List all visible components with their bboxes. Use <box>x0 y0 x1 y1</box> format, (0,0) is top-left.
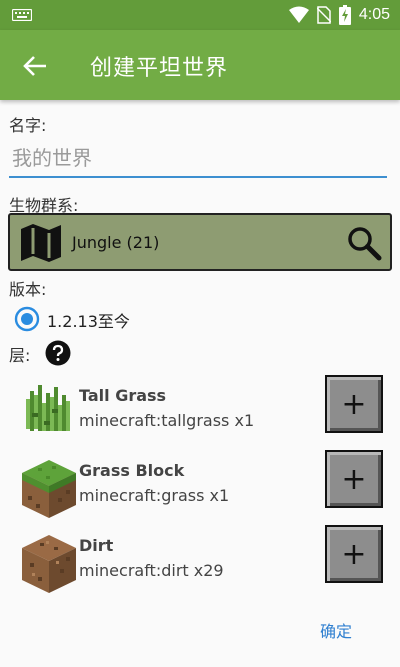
world-name-input[interactable] <box>9 140 387 178</box>
version-radio-button[interactable] <box>14 306 40 332</box>
layer-item: Grass Block minecraft:grass x1 + <box>0 450 400 528</box>
battery-charging-icon <box>338 5 351 25</box>
version-label: 版本: <box>9 280 47 299</box>
map-icon <box>21 224 61 262</box>
layer-id: minecraft:tallgrass x1 <box>79 411 255 430</box>
grass-block-icon <box>22 460 76 518</box>
dirt-block-icon <box>22 535 76 593</box>
layer-id: minecraft:grass x1 <box>79 486 230 505</box>
biome-selector[interactable]: Jungle (21) <box>8 213 392 271</box>
layer-item: Dirt minecraft:dirt x29 + <box>0 525 400 603</box>
layer-name: Dirt <box>79 536 114 555</box>
back-arrow-icon[interactable] <box>22 53 48 79</box>
layers-label: 层: <box>9 346 31 365</box>
confirm-button[interactable]: 确定 <box>320 618 352 642</box>
add-layer-button[interactable]: + <box>325 525 383 583</box>
search-icon[interactable] <box>346 225 382 261</box>
status-time: 4:05 <box>358 6 390 23</box>
layer-id: minecraft:dirt x29 <box>79 561 224 580</box>
add-layer-button[interactable]: + <box>325 375 383 433</box>
status-bar: 4:05 <box>0 0 400 30</box>
layer-name: Tall Grass <box>79 386 167 405</box>
layer-item: Tall Grass minecraft:tallgrass x1 + <box>0 375 400 453</box>
tall-grass-block-icon <box>26 385 70 431</box>
add-layer-button[interactable]: + <box>325 450 383 508</box>
app-bar: 创建平坦世界 <box>0 30 400 100</box>
biome-value: Jungle (21) <box>72 233 160 252</box>
wifi-icon <box>288 6 309 23</box>
no-sim-icon <box>316 6 331 24</box>
version-option-label: 1.2.13至今 <box>47 312 130 331</box>
help-icon[interactable] <box>45 340 71 366</box>
name-label: 名字: <box>9 116 47 135</box>
page-title: 创建平坦世界 <box>90 56 229 81</box>
layer-name: Grass Block <box>79 461 185 480</box>
keyboard-icon <box>12 9 32 21</box>
